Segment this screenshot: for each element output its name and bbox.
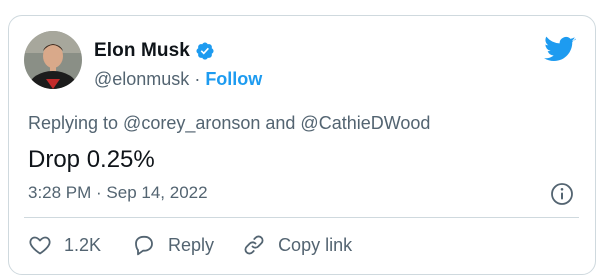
copy-link-label: Copy link bbox=[278, 234, 353, 255]
author-name-row: Elon Musk bbox=[94, 38, 215, 64]
actions-divider bbox=[24, 217, 579, 218]
info-icon[interactable] bbox=[550, 182, 574, 206]
tweet-text: Drop 0.25% bbox=[28, 146, 155, 173]
link-icon bbox=[244, 235, 264, 255]
author-handle[interactable]: @elonmusk bbox=[94, 69, 189, 90]
heart-icon bbox=[29, 236, 51, 255]
follow-button[interactable]: Follow bbox=[205, 69, 262, 90]
twitter-bird-icon[interactable] bbox=[544, 36, 576, 64]
reply-label: Reply bbox=[168, 234, 215, 255]
tweet-actions: 1.2K Reply Copy link bbox=[28, 232, 352, 258]
comment-bubble-icon bbox=[135, 235, 153, 256]
like-button[interactable]: 1.2K bbox=[28, 233, 101, 257]
reply-button[interactable]: Reply bbox=[132, 233, 214, 257]
verified-badge-icon bbox=[196, 42, 214, 60]
avatar[interactable] bbox=[24, 31, 82, 89]
author-handle-row: @elonmusk · Follow bbox=[94, 67, 262, 91]
separator-dot: · bbox=[194, 68, 201, 89]
replying-to-line: Replying to @corey_aronson and @CathieDW… bbox=[28, 113, 431, 133]
copy-link-button[interactable]: Copy link bbox=[242, 233, 352, 257]
like-count: 1.2K bbox=[64, 234, 102, 255]
author-name[interactable]: Elon Musk bbox=[94, 40, 190, 62]
tweet-timestamp[interactable]: 3:28 PM · Sep 14, 2022 bbox=[28, 183, 208, 203]
